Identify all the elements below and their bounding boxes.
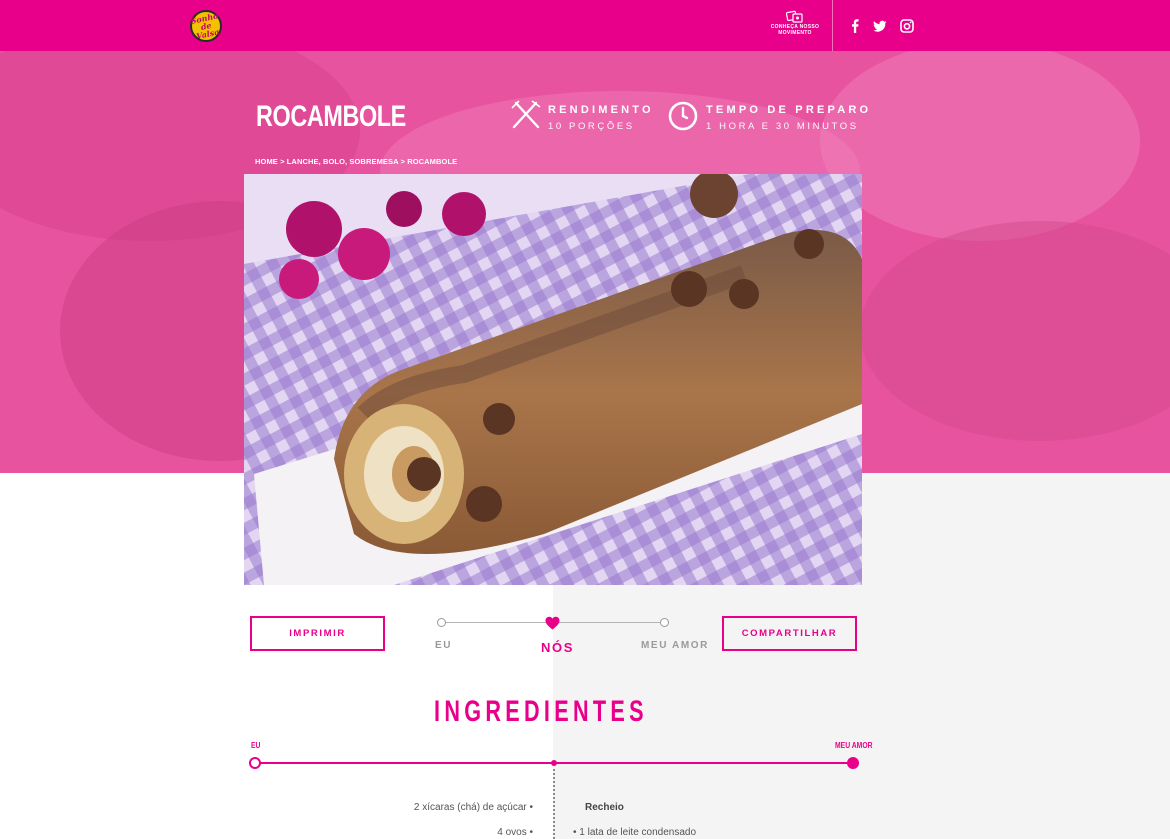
ingredient-scale-end-handle[interactable] — [847, 757, 859, 769]
facebook-icon[interactable] — [848, 19, 862, 33]
twitter-icon[interactable] — [873, 19, 887, 33]
breadcrumb[interactable]: HOME > LANCHE, BOLO, SOBREMESA > ROCAMBO… — [255, 157, 457, 166]
prep-time-value: 1 HORA E 30 MINUTOS — [706, 121, 859, 132]
share-button[interactable]: COMPARTILHAR — [722, 616, 857, 651]
top-navigation-bar: Sonho de Valsa Conheça nosso movimento — [0, 0, 1170, 51]
clock-icon — [668, 101, 698, 131]
fork-knife-icon — [511, 100, 541, 129]
portion-option-meu-amor[interactable]: MEU AMOR — [641, 640, 709, 651]
header-divider — [832, 0, 833, 51]
hero-background-shape — [820, 51, 1140, 241]
yield-label: RENDIMENTO — [548, 104, 654, 116]
print-button[interactable]: IMPRIMIR — [250, 616, 385, 651]
rocambole-image — [244, 174, 862, 585]
instagram-icon[interactable] — [900, 19, 914, 33]
ingredient-scale-start-handle[interactable] — [249, 757, 261, 769]
hero-background-shape — [860, 221, 1170, 441]
portion-option-meu-amor-dot[interactable] — [660, 618, 669, 627]
portion-option-nos[interactable]: NÓS — [541, 640, 574, 655]
photos-icon — [786, 10, 803, 23]
ingredient-item: 2 xícaras (chá) de açúcar — [414, 802, 533, 813]
ingredients-title: INGREDIENTES — [434, 695, 648, 728]
yield-value: 10 PORÇÕES — [548, 121, 635, 132]
portion-option-eu[interactable]: EU — [435, 640, 452, 651]
movement-label: Conheça nosso movimento — [770, 24, 820, 36]
ingredient-scale-end-label: MEU AMOR — [835, 741, 873, 750]
ingredient-item: 4 ovos — [497, 827, 533, 838]
ingredients-column-divider — [553, 769, 555, 839]
recipe-photo — [244, 174, 862, 585]
logo-text: Sonho de Valsa — [189, 10, 221, 42]
heart-icon[interactable] — [545, 616, 560, 630]
ingredient-scale-midpoint — [551, 760, 557, 766]
portion-option-eu-dot[interactable] — [437, 618, 446, 627]
filling-heading: Recheio — [585, 802, 624, 813]
sonho-de-valsa-logo[interactable]: Sonho de Valsa — [190, 10, 222, 42]
filling-ingredient-item: 1 lata de leite condensado — [573, 827, 696, 838]
recipe-title: ROCAMBOLE — [256, 100, 406, 133]
movement-link[interactable]: Conheça nosso movimento — [762, 10, 828, 42]
ingredient-scale-start-label: EU — [251, 741, 261, 750]
prep-time-label: TEMPO DE PREPARO — [706, 104, 872, 116]
